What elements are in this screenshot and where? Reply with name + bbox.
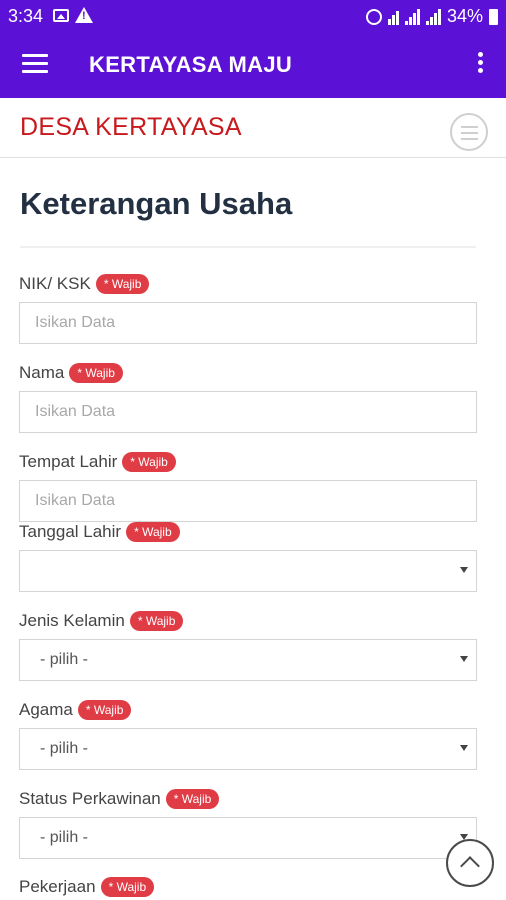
wifi-icon: [387, 9, 399, 25]
signal-icon: [425, 8, 441, 25]
more-vert-icon[interactable]: [478, 52, 484, 76]
required-badge: * Wajib: [122, 452, 176, 472]
caret-down-icon: [460, 567, 468, 573]
app-bar: KERTAYASA MAJU: [0, 32, 506, 98]
required-badge: * Wajib: [95, 274, 150, 294]
scroll-top-button[interactable]: [446, 839, 494, 887]
agama-select[interactable]: - pilih -: [19, 728, 477, 770]
field-label-nik: NIK/ KSK * Wajib: [19, 274, 150, 294]
image-icon: [53, 9, 69, 22]
select-value: - pilih -: [40, 651, 89, 668]
required-badge: * Wajib: [126, 522, 180, 542]
field-label-nama: Nama * Wajib: [19, 363, 123, 383]
jenis-kelamin-select[interactable]: - pilih -: [19, 639, 477, 681]
field-label-status-perkawinan: Status Perkawinan * Wajib: [19, 789, 220, 809]
select-value: - pilih -: [40, 829, 89, 846]
caret-down-icon: [460, 745, 468, 751]
caret-down-icon: [460, 656, 468, 662]
status-time: 3:34: [8, 6, 44, 26]
field-label-pekerjaan: Pekerjaan * Wajib: [19, 877, 155, 897]
battery-icon: [489, 8, 498, 25]
signal-icon: [404, 8, 420, 25]
warning-icon: [75, 7, 93, 23]
brand-title: DESA KERTAYASA: [20, 113, 242, 141]
chevron-up-icon: [460, 856, 480, 876]
nik-field-box: [19, 302, 477, 344]
select-value: - pilih -: [40, 740, 89, 757]
field-label-agama: Agama * Wajib: [19, 700, 132, 720]
nama-field-box: [19, 391, 477, 433]
tanggal-lahir-select[interactable]: [19, 550, 477, 592]
required-badge: * Wajib: [100, 877, 155, 897]
hamburger-icon[interactable]: [22, 54, 48, 74]
required-badge: * Wajib: [69, 363, 123, 383]
circle-menu-icon[interactable]: [450, 113, 488, 151]
status-perkawinan-select[interactable]: - pilih -: [19, 817, 477, 859]
app-title: KERTAYASA MAJU: [89, 52, 293, 77]
alarm-icon: [365, 8, 382, 25]
battery-percent: 34%: [446, 6, 483, 26]
nama-field[interactable]: [20, 392, 476, 432]
page-title: Keterangan Usaha: [20, 186, 293, 221]
field-label-tempat-lahir: Tempat Lahir * Wajib: [19, 452, 176, 472]
status-bar: 3:34 34%: [0, 0, 506, 32]
required-badge: * Wajib: [165, 789, 220, 809]
divider: [20, 246, 476, 248]
tempat-lahir-field[interactable]: [20, 481, 476, 521]
field-label-jenis-kelamin: Jenis Kelamin * Wajib: [19, 611, 184, 631]
required-badge: * Wajib: [77, 700, 132, 720]
sub-header: DESA KERTAYASA: [0, 98, 506, 158]
tempat-lahir-field-box: [19, 480, 477, 522]
field-label-tanggal-lahir: Tanggal Lahir * Wajib: [19, 522, 180, 542]
nik-field[interactable]: [20, 303, 476, 343]
required-badge: * Wajib: [129, 611, 184, 631]
